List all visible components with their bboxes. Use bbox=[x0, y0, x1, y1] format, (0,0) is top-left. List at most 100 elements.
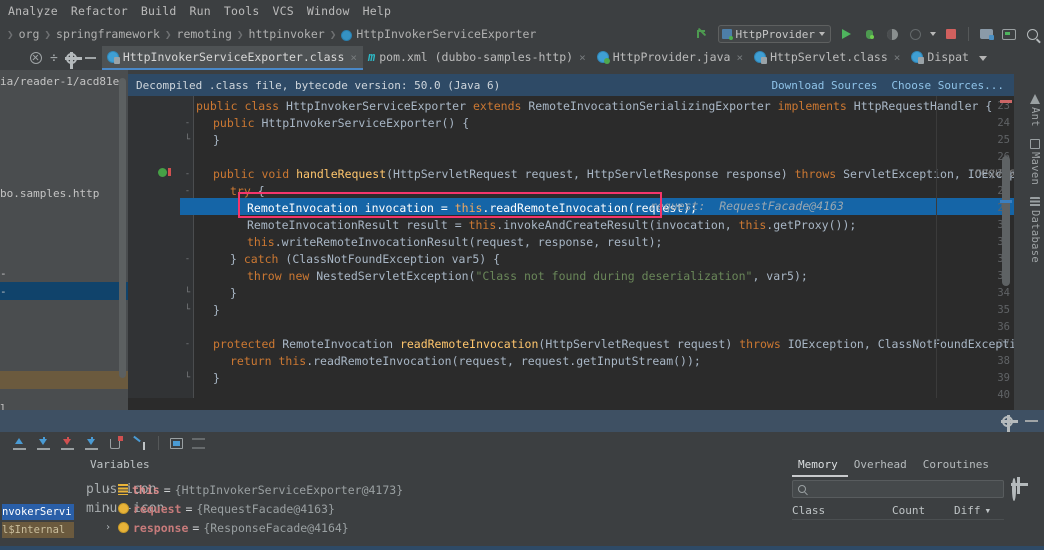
menu-item-vcs[interactable]: VCS bbox=[273, 4, 294, 18]
code-line[interactable]: return this.readRemoteInvocation(request… bbox=[230, 353, 701, 370]
close-icon[interactable]: × bbox=[579, 51, 586, 64]
breakpoint-icon[interactable] bbox=[158, 168, 167, 177]
code-editor[interactable]: 23 public class HttpInvokerServiceExporte… bbox=[128, 96, 1014, 410]
code-line[interactable]: try { bbox=[230, 183, 265, 200]
stop-icon[interactable] bbox=[943, 26, 959, 42]
plus-icon[interactable]: plus-icon bbox=[86, 482, 156, 497]
split-icon[interactable]: ÷ bbox=[50, 51, 58, 66]
coverage-icon[interactable] bbox=[884, 26, 900, 42]
variable-row-request[interactable]: minus-icon › request = {RequestFacade@41… bbox=[86, 499, 335, 518]
more-tabs-button[interactable] bbox=[975, 46, 991, 70]
memory-settings-button[interactable] bbox=[1012, 478, 1016, 501]
terminal-icon[interactable] bbox=[1001, 26, 1017, 42]
code-line[interactable]: } bbox=[213, 370, 220, 387]
column-header-diff[interactable]: Diff bbox=[954, 504, 981, 517]
code-line[interactable]: public HttpInvokerServiceExporter() { bbox=[213, 115, 469, 132]
variable-value[interactable]: {HttpInvokerServiceExporter@4173} bbox=[175, 483, 403, 497]
chevron-right-icon[interactable]: › bbox=[102, 484, 114, 495]
tab-overhead[interactable]: Overhead bbox=[848, 456, 917, 477]
fold-toggle-icon[interactable]: └ bbox=[183, 302, 192, 319]
search-icon[interactable] bbox=[1024, 26, 1040, 42]
sort-descending-icon[interactable]: ▾ bbox=[985, 504, 992, 517]
step-into-icon[interactable] bbox=[36, 436, 51, 451]
fold-toggle-icon[interactable]: - bbox=[183, 251, 192, 268]
debug-icon[interactable] bbox=[861, 26, 877, 42]
profile-chevron-down-icon[interactable] bbox=[930, 32, 936, 36]
gear-icon[interactable] bbox=[1001, 414, 1018, 432]
error-stripe-mark[interactable] bbox=[1000, 100, 1012, 103]
memory-search-input[interactable] bbox=[812, 482, 992, 496]
menu-item-refactor[interactable]: Refactor bbox=[71, 4, 128, 18]
variable-row-response[interactable]: › response = {ResponseFacade@4164} bbox=[86, 518, 349, 537]
code-line[interactable]: public void handleRequest(HttpServletReq… bbox=[213, 166, 1014, 183]
drop-frame-icon[interactable] bbox=[108, 435, 123, 451]
fold-toggle-icon[interactable]: - bbox=[183, 166, 192, 183]
project-structure-icon[interactable] bbox=[978, 26, 994, 42]
project-tree-row[interactable] bbox=[0, 202, 128, 220]
frames-icon[interactable] bbox=[192, 437, 205, 449]
code-line[interactable]: } bbox=[230, 285, 237, 302]
chevron-right-icon[interactable]: › bbox=[102, 522, 114, 533]
step-over-icon[interactable] bbox=[12, 436, 27, 451]
project-tree-row[interactable]: - bbox=[0, 264, 128, 282]
project-tree-row[interactable]: ia/reader-1/acd81e bbox=[0, 72, 128, 90]
project-tool-window[interactable]: ia/reader-1/acd81e bo.samples.http - - l bbox=[0, 70, 128, 410]
fold-toggle-icon[interactable]: └ bbox=[183, 285, 192, 302]
breadcrumb-item-class[interactable]: HttpInvokerServiceExporter bbox=[356, 27, 536, 41]
column-header-class[interactable]: Class bbox=[792, 504, 892, 517]
gear-icon[interactable] bbox=[64, 51, 82, 69]
editor-tab-httpinvokerserviceexporter[interactable]: HttpInvokerServiceExporter.class × bbox=[101, 46, 364, 70]
frame-row-selected[interactable]: nvokerServi bbox=[2, 504, 74, 520]
run-icon[interactable] bbox=[838, 26, 854, 42]
menu-item-build[interactable]: Build bbox=[141, 4, 177, 18]
code-line[interactable]: public class HttpInvokerServiceExporter … bbox=[196, 98, 992, 115]
editor-tab-httpprovider-java[interactable]: HttpProvider.java × bbox=[592, 46, 749, 70]
project-tree-row[interactable]: l bbox=[0, 399, 128, 411]
tool-tab-database[interactable]: Database bbox=[1029, 196, 1041, 263]
menu-item-help[interactable]: Help bbox=[363, 4, 392, 18]
tool-tab-ant[interactable]: Ant bbox=[1029, 94, 1041, 127]
breadcrumb-item-remoting[interactable]: remoting bbox=[177, 27, 232, 41]
fold-toggle-icon[interactable]: └ bbox=[183, 370, 192, 387]
code-line[interactable]: RemoteInvocation invocation = this.readR… bbox=[247, 200, 697, 217]
menu-item-run[interactable]: Run bbox=[190, 4, 211, 18]
step-out-icon[interactable] bbox=[84, 436, 99, 451]
minimize-icon[interactable] bbox=[1025, 420, 1038, 422]
chevron-right-icon[interactable]: › bbox=[102, 503, 114, 514]
force-step-into-icon[interactable] bbox=[60, 436, 75, 451]
run-configuration-selector[interactable]: HttpProvider bbox=[717, 25, 831, 43]
fold-toggle-icon[interactable]: └ bbox=[183, 132, 192, 149]
project-scrollbar[interactable] bbox=[119, 78, 126, 378]
editor-scrollbar[interactable] bbox=[1002, 156, 1010, 286]
close-icon[interactable]: × bbox=[736, 51, 743, 64]
code-line[interactable]: } bbox=[213, 302, 220, 319]
tab-coroutines[interactable]: Coroutines bbox=[917, 456, 999, 477]
project-tree-row-highlighted[interactable] bbox=[0, 371, 128, 389]
variable-row-this[interactable]: plus-icon › this = {HttpInvokerServiceEx… bbox=[86, 480, 403, 499]
profile-icon[interactable] bbox=[907, 26, 923, 42]
circle-cross-icon[interactable] bbox=[30, 52, 42, 64]
code-line[interactable]: this.writeRemoteInvocationResult(request… bbox=[247, 234, 662, 251]
variable-value[interactable]: {ResponseFacade@4164} bbox=[203, 521, 348, 535]
project-tree-row[interactable]: bo.samples.http bbox=[0, 184, 128, 202]
project-tree-row-selected[interactable]: - bbox=[0, 282, 128, 300]
editor-tab-pom-xml[interactable]: m pom.xml (dubbo-samples-http) × bbox=[363, 46, 592, 70]
minimize-icon[interactable] bbox=[84, 57, 96, 59]
download-sources-link[interactable]: Download Sources bbox=[771, 79, 877, 92]
choose-sources-link[interactable]: Choose Sources... bbox=[891, 79, 1004, 92]
breadcrumb-item-httpinvoker[interactable]: httpinvoker bbox=[249, 27, 325, 41]
code-line[interactable]: RemoteInvocationResult result = this.inv… bbox=[247, 217, 856, 234]
editor-tab-dispatcher[interactable]: Dispat bbox=[906, 46, 975, 70]
breadcrumb-item-springframework[interactable]: springframework bbox=[56, 27, 160, 41]
breadcrumb-item-org[interactable]: org bbox=[19, 27, 40, 41]
project-tree-row[interactable] bbox=[0, 108, 128, 126]
code-line[interactable]: } bbox=[213, 132, 220, 149]
editor-tab-httpservlet-class[interactable]: HttpServlet.class × bbox=[749, 46, 906, 70]
back-arrow-icon[interactable] bbox=[695, 26, 711, 42]
fold-toggle-icon[interactable]: - bbox=[183, 336, 192, 353]
minus-icon[interactable]: minus-icon bbox=[86, 501, 164, 516]
column-header-count[interactable]: Count bbox=[892, 504, 954, 517]
project-tree-row[interactable] bbox=[0, 300, 128, 318]
tab-memory[interactable]: Memory bbox=[792, 456, 848, 477]
code-line[interactable]: } catch (ClassNotFoundException var5) { bbox=[230, 251, 500, 268]
